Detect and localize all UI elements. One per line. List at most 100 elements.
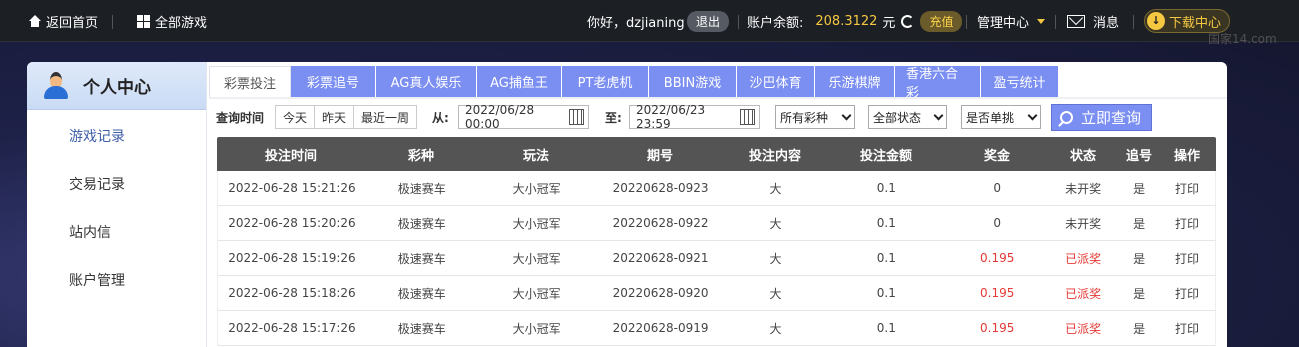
balance-unit: 元 xyxy=(882,15,896,31)
cell-print-button[interactable]: 打印 xyxy=(1159,180,1215,197)
header-lottery: 彩种 xyxy=(407,148,434,164)
chevron-down-icon xyxy=(841,110,852,120)
single-bet-select[interactable]: 是否单挑 xyxy=(961,105,1041,129)
status-select[interactable]: 全部状态 xyxy=(868,105,947,129)
cell-content: 大 xyxy=(769,251,782,266)
cell-issue: 20220628-0919 xyxy=(612,321,709,335)
divider xyxy=(1133,15,1134,29)
tab-lottery-bets[interactable]: 彩票投注 xyxy=(209,66,291,97)
table-row: 2022-06-28 15:18:26 极速赛车 大小冠军 20220628-0920… xyxy=(217,276,1216,311)
tab-profit-stats[interactable]: 盈亏统计 xyxy=(981,66,1059,97)
quick-range-group: 今天 昨天 最近一周 xyxy=(275,104,418,130)
cell-amount: 0.1 xyxy=(876,181,896,195)
header-play: 玩法 xyxy=(522,148,549,164)
manage-label: 管理中心 xyxy=(977,15,1030,31)
sidebar-item-transactions[interactable]: 交易记录 xyxy=(69,174,125,194)
cell-print-button[interactable]: 打印 xyxy=(1159,215,1215,232)
from-date-container: 2022/06/28 00:00 xyxy=(458,103,589,131)
recharge-button[interactable]: 充值 xyxy=(920,10,963,32)
cell-status: 未开奖 xyxy=(1065,181,1102,196)
sidebar-header: 个人中心 xyxy=(27,62,206,110)
cell-lottery: 极速赛车 xyxy=(397,216,446,231)
tab-bbin[interactable]: BBIN游戏 xyxy=(649,66,737,97)
tab-ag-live[interactable]: AG真人娱乐 xyxy=(376,66,477,97)
yesterday-button[interactable]: 昨天 xyxy=(314,105,355,129)
cell-chase: 是 xyxy=(1133,321,1146,336)
calendar-icon[interactable] xyxy=(739,109,755,125)
table-row: 2022-06-28 15:17:26 极速赛车 大小冠军 20220628-0919… xyxy=(217,311,1216,346)
sidebar: 个人中心 游戏记录 交易记录 站内信 账户管理 xyxy=(27,62,207,347)
table-body: 2022-06-28 15:21:26 极速赛车 大小冠军 20220628-0923… xyxy=(217,171,1216,346)
divider xyxy=(112,15,113,29)
chevron-down-icon xyxy=(1027,110,1038,120)
sidebar-item-inbox[interactable]: 站内信 xyxy=(69,222,111,242)
from-date-input[interactable]: 2022/06/28 00:00 xyxy=(458,103,589,131)
cell-content: 大 xyxy=(769,216,782,231)
cell-status: 已派奖 xyxy=(1065,251,1102,266)
tab-ag-fishing[interactable]: AG捕鱼王 xyxy=(477,66,562,97)
home-link[interactable]: 返回首页 xyxy=(28,0,98,42)
from-label: 从: xyxy=(432,110,449,125)
mail-icon xyxy=(1067,14,1085,28)
table-row: 2022-06-28 15:21:26 极速赛车 大小冠军 20220628-0923… xyxy=(217,171,1216,206)
refresh-icon[interactable] xyxy=(901,14,915,28)
status-select-container: 全部状态 xyxy=(868,104,947,130)
tab-saba-sports[interactable]: 沙巴体育 xyxy=(737,66,815,97)
cell-print-button[interactable]: 打印 xyxy=(1159,285,1215,302)
tab-pt-slots[interactable]: PT老虎机 xyxy=(562,66,649,97)
tab-underline xyxy=(209,97,1227,99)
messages-link[interactable]: 消息 xyxy=(1067,0,1119,42)
cell-content: 大 xyxy=(769,321,782,336)
table-row: 2022-06-28 15:19:26 极速赛车 大小冠军 20220628-0921… xyxy=(217,241,1216,276)
cell-play: 大小冠军 xyxy=(512,286,561,301)
cell-amount: 0.1 xyxy=(876,216,896,230)
cell-bet-time: 2022-06-28 15:21:26 xyxy=(228,181,356,195)
sidebar-item-game-records[interactable]: 游戏记录 xyxy=(69,126,125,146)
cell-prize: 0.195 xyxy=(980,286,1015,300)
all-games-label: 全部游戏 xyxy=(155,15,208,31)
last-week-button[interactable]: 最近一周 xyxy=(353,105,418,129)
query-button[interactable]: 立即查询 xyxy=(1051,103,1153,131)
greeting: 你好，dzjianing xyxy=(587,15,685,31)
today-button[interactable]: 今天 xyxy=(275,105,316,129)
cell-prize: 0.195 xyxy=(980,321,1015,335)
calendar-icon[interactable] xyxy=(568,109,584,125)
cell-issue: 20220628-0922 xyxy=(612,216,709,230)
cell-status: 已派奖 xyxy=(1065,321,1102,336)
tab-hk-mark-six[interactable]: 香港六合彩 xyxy=(895,66,981,101)
cell-print-button[interactable]: 打印 xyxy=(1159,320,1215,337)
cell-print-button[interactable]: 打印 xyxy=(1159,250,1215,267)
cell-chase: 是 xyxy=(1133,216,1146,231)
chevron-down-icon xyxy=(933,110,944,120)
cell-issue: 20220628-0920 xyxy=(612,286,709,300)
cell-status: 未开奖 xyxy=(1065,216,1102,231)
cell-issue: 20220628-0923 xyxy=(612,181,709,195)
lottery-type-select[interactable]: 所有彩种 xyxy=(775,105,855,129)
cell-chase: 是 xyxy=(1133,286,1146,301)
cell-lottery: 极速赛车 xyxy=(397,251,446,266)
cell-bet-time: 2022-06-28 15:18:26 xyxy=(228,286,356,300)
cell-amount: 0.1 xyxy=(876,286,896,300)
balance: 账户余额: 208.3122 元 充值 xyxy=(747,0,963,42)
to-date-input[interactable]: 2022/06/23 23:59 xyxy=(629,103,760,131)
cell-chase: 是 xyxy=(1133,251,1146,266)
cell-content: 大 xyxy=(769,181,782,196)
tab-lottery-chase[interactable]: 彩票追号 xyxy=(291,66,376,97)
tab-bar: 彩票投注 彩票追号 AG真人娱乐 AG捕鱼王 PT老虎机 BBIN游戏 沙巴体育… xyxy=(209,66,1059,101)
all-games-link[interactable]: 全部游戏 xyxy=(137,0,207,42)
sidebar-item-account[interactable]: 账户管理 xyxy=(69,270,125,290)
cell-lottery: 极速赛车 xyxy=(397,321,446,336)
tab-leyou-chess[interactable]: 乐游棋牌 xyxy=(815,66,895,97)
header-status: 状态 xyxy=(1069,148,1096,164)
header-action: 操作 xyxy=(1173,148,1200,164)
cell-prize: 0 xyxy=(993,216,1002,230)
grid-icon xyxy=(137,14,150,28)
sidebar-title: 个人中心 xyxy=(83,78,151,98)
header-chase: 追号 xyxy=(1125,148,1152,164)
cell-issue: 20220628-0921 xyxy=(612,251,709,265)
cell-play: 大小冠军 xyxy=(512,216,561,231)
download-icon: ↓ xyxy=(1147,12,1165,30)
single-select-container: 是否单挑 xyxy=(961,104,1041,130)
manage-menu[interactable]: 管理中心 xyxy=(977,0,1046,42)
logout-button[interactable]: 退出 xyxy=(687,10,730,32)
